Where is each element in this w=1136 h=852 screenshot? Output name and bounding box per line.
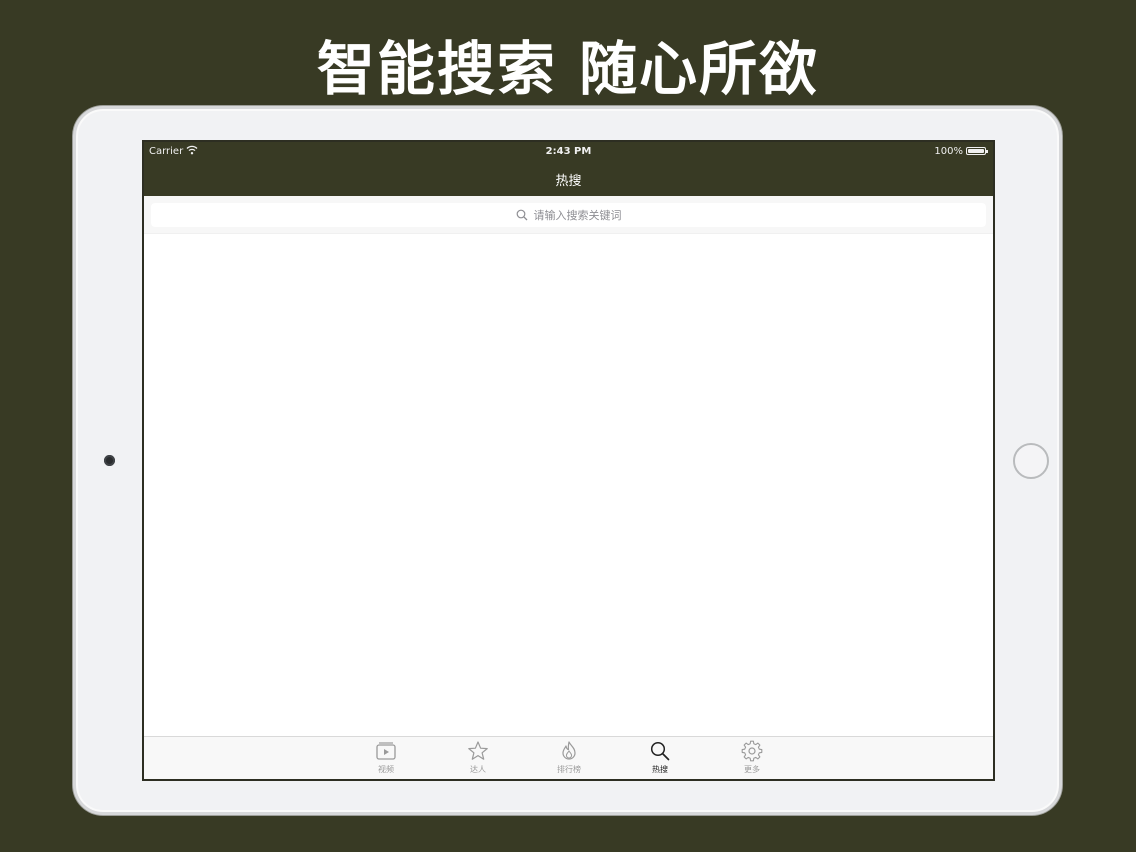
tab-ranking[interactable]: 排行榜 [539, 737, 599, 779]
promo-headline: 智能搜索 随心所欲 [316, 35, 820, 103]
tab-experts[interactable]: 达人 [448, 737, 508, 779]
gear-icon [741, 740, 763, 762]
status-bar: Carrier 2:43 PM 100% [144, 142, 993, 162]
home-button[interactable] [1013, 443, 1049, 479]
search-icon [516, 209, 527, 221]
search-icon [650, 741, 670, 761]
camera-icon [104, 455, 115, 466]
results-area [144, 234, 993, 736]
search-bar: 请输入搜索关键词 [144, 196, 993, 234]
tab-video[interactable]: 视频 [356, 737, 416, 779]
tab-label: 达人 [470, 765, 486, 774]
ipad-frame: Carrier 2:43 PM 100% 热搜 请输入搜索关键词 视频 达人 排… [73, 106, 1062, 815]
video-icon [376, 742, 396, 760]
tab-more[interactable]: 更多 [722, 737, 782, 779]
page-title: 热搜 [555, 174, 582, 189]
tab-label: 排行榜 [557, 765, 581, 774]
tab-bar: 视频 达人 排行榜 热搜 更多 [144, 736, 993, 779]
search-placeholder: 请输入搜索关键词 [533, 209, 622, 222]
navigation-bar: Carrier 2:43 PM 100% 热搜 [144, 142, 993, 196]
tab-label: 更多 [744, 765, 760, 774]
star-icon [468, 741, 488, 760]
app-screen: Carrier 2:43 PM 100% 热搜 请输入搜索关键词 视频 达人 排… [142, 140, 995, 781]
tab-hot-search[interactable]: 热搜 [630, 737, 690, 779]
battery-icon [966, 147, 988, 155]
search-input[interactable]: 请输入搜索关键词 [151, 203, 986, 227]
status-time: 2:43 PM [545, 146, 592, 157]
tab-label: 视频 [378, 765, 394, 774]
tab-label: 热搜 [652, 765, 668, 774]
battery-percentage: 100% [934, 146, 963, 157]
flame-icon [562, 741, 576, 760]
